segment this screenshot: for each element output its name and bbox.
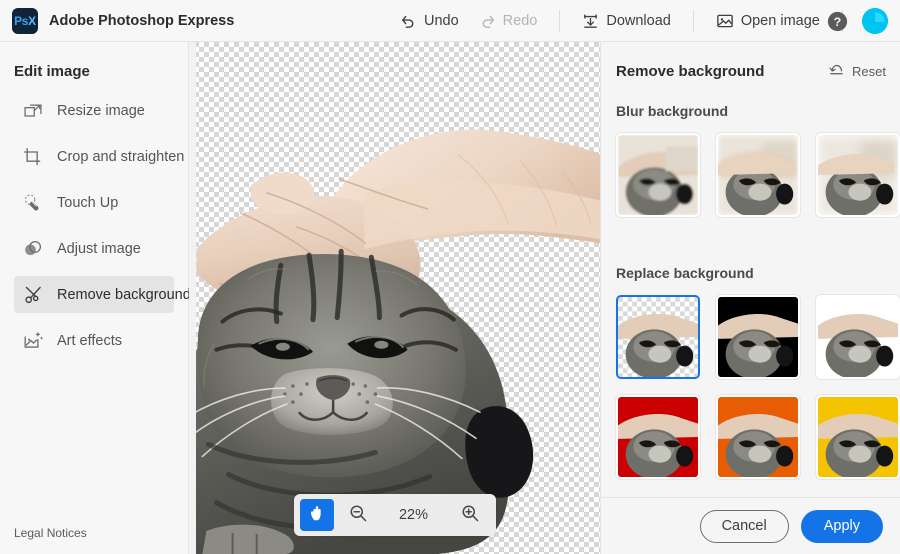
art-effects-icon bbox=[22, 330, 44, 352]
right-panel: Remove background Reset Blur background … bbox=[600, 42, 900, 554]
redo-button[interactable]: Redo bbox=[469, 8, 548, 35]
crop-icon bbox=[22, 146, 44, 168]
open-image-button[interactable]: Open image bbox=[706, 7, 830, 35]
zoom-out-icon bbox=[348, 503, 368, 528]
edited-image bbox=[189, 42, 600, 554]
undo-button[interactable]: Undo bbox=[390, 8, 469, 35]
undo-arrow-icon bbox=[828, 61, 845, 81]
sidebar-item-art-effects[interactable]: Art effects bbox=[14, 322, 174, 359]
sidebar-item-resize-image[interactable]: Resize image bbox=[14, 92, 174, 129]
help-circle-icon[interactable]: ? bbox=[827, 11, 848, 32]
sidebar-item-touch-up[interactable]: Touch Up bbox=[14, 184, 174, 221]
download-icon bbox=[582, 13, 599, 30]
reset-button[interactable]: Reset bbox=[828, 61, 886, 81]
brand: Ps X Adobe Photoshop Express bbox=[0, 7, 235, 34]
blur-thumbnail-1[interactable] bbox=[616, 133, 700, 217]
download-button[interactable]: Download bbox=[572, 8, 681, 35]
sidebar-item-label: Remove background bbox=[57, 286, 191, 303]
reset-label: Reset bbox=[852, 63, 886, 79]
avatar[interactable] bbox=[862, 8, 888, 34]
app-body: Edit image Resize image Crop and straigh… bbox=[0, 42, 900, 554]
replace-thumbnail-red[interactable] bbox=[616, 395, 700, 479]
sidebar-item-label: Touch Up bbox=[57, 194, 119, 211]
logo-x-text: X bbox=[28, 13, 36, 28]
sidebar-item-crop-and-straighten[interactable]: Crop and straighten bbox=[14, 138, 184, 175]
blur-thumbnail-3[interactable] bbox=[816, 133, 900, 217]
apply-button[interactable]: Apply bbox=[800, 509, 883, 543]
scissors-icon bbox=[22, 284, 44, 306]
photoshop-express-window: Ps X Adobe Photoshop Express Undo Redo D… bbox=[0, 0, 900, 554]
header-divider-1 bbox=[559, 10, 561, 32]
blur-section-label: Blur background bbox=[616, 103, 729, 119]
replace-thumbnail-black[interactable] bbox=[716, 295, 800, 379]
panel-header: Remove background Reset bbox=[601, 42, 900, 81]
hand-tool-button[interactable] bbox=[299, 499, 334, 531]
undo-icon bbox=[400, 13, 417, 30]
replace-thumbnail-orange[interactable] bbox=[716, 395, 800, 479]
logo-ps-text: Ps bbox=[14, 13, 29, 28]
app-header: Ps X Adobe Photoshop Express Undo Redo D… bbox=[0, 0, 900, 42]
svg-text:?: ? bbox=[834, 15, 841, 29]
sidebar-heading: Edit image bbox=[14, 63, 90, 80]
panel-scroll-area[interactable]: Remove background Reset Blur background … bbox=[601, 42, 900, 497]
sidebar-item-label: Art effects bbox=[57, 332, 123, 349]
zoom-out-button[interactable] bbox=[338, 499, 378, 531]
sidebar-item-label: Crop and straighten bbox=[57, 148, 185, 165]
replace-thumbnail-yellow[interactable] bbox=[816, 395, 900, 479]
left-sidebar: Edit image Resize image Crop and straigh… bbox=[0, 42, 191, 554]
adjust-image-icon bbox=[22, 238, 44, 260]
sidebar-item-remove-background[interactable]: Remove background bbox=[14, 276, 191, 313]
hand-tool-icon bbox=[308, 504, 326, 527]
legal-notices-link[interactable]: Legal Notices bbox=[0, 526, 188, 554]
sidebar-item-label: Resize image bbox=[57, 102, 145, 119]
open-image-label: Open image bbox=[740, 13, 820, 29]
zoom-in-icon bbox=[460, 503, 480, 528]
header-actions: Undo Redo Download Open image bbox=[390, 0, 855, 42]
zoom-in-button[interactable] bbox=[450, 499, 490, 531]
header-user-area: ? bbox=[827, 0, 888, 42]
undo-label: Undo bbox=[424, 13, 459, 29]
zoom-level-value[interactable]: 22% bbox=[382, 507, 446, 523]
panel-footer: Cancel Apply bbox=[601, 497, 900, 554]
header-divider-2 bbox=[692, 10, 694, 32]
healing-brush-icon bbox=[22, 192, 44, 214]
redo-label: Redo bbox=[502, 13, 538, 29]
panel-title: Remove background bbox=[616, 62, 765, 80]
blur-options-row bbox=[601, 119, 900, 217]
image-canvas[interactable]: 22% bbox=[189, 42, 600, 554]
sidebar-item-adjust-image[interactable]: Adjust image bbox=[14, 230, 174, 267]
replace-section-label: Replace background bbox=[616, 265, 754, 281]
replace-options-grid bbox=[601, 281, 900, 479]
cancel-button[interactable]: Cancel bbox=[699, 509, 789, 543]
canvas-left-gutter bbox=[189, 42, 196, 554]
download-label: Download bbox=[606, 13, 671, 29]
sidebar-item-label: Adjust image bbox=[57, 240, 141, 257]
zoom-toolbar: 22% bbox=[293, 494, 496, 536]
replace-thumbnail-transparent[interactable] bbox=[616, 295, 700, 379]
sidebar-nav: Resize image Crop and straighten Touch U… bbox=[0, 92, 191, 368]
app-title: Adobe Photoshop Express bbox=[49, 12, 235, 29]
resize-image-icon bbox=[22, 100, 44, 122]
image-icon bbox=[716, 12, 734, 30]
app-logo-icon: Ps X bbox=[12, 7, 38, 34]
redo-icon bbox=[479, 13, 496, 30]
blur-thumbnail-2[interactable] bbox=[716, 133, 800, 217]
replace-thumbnail-white[interactable] bbox=[816, 295, 900, 379]
